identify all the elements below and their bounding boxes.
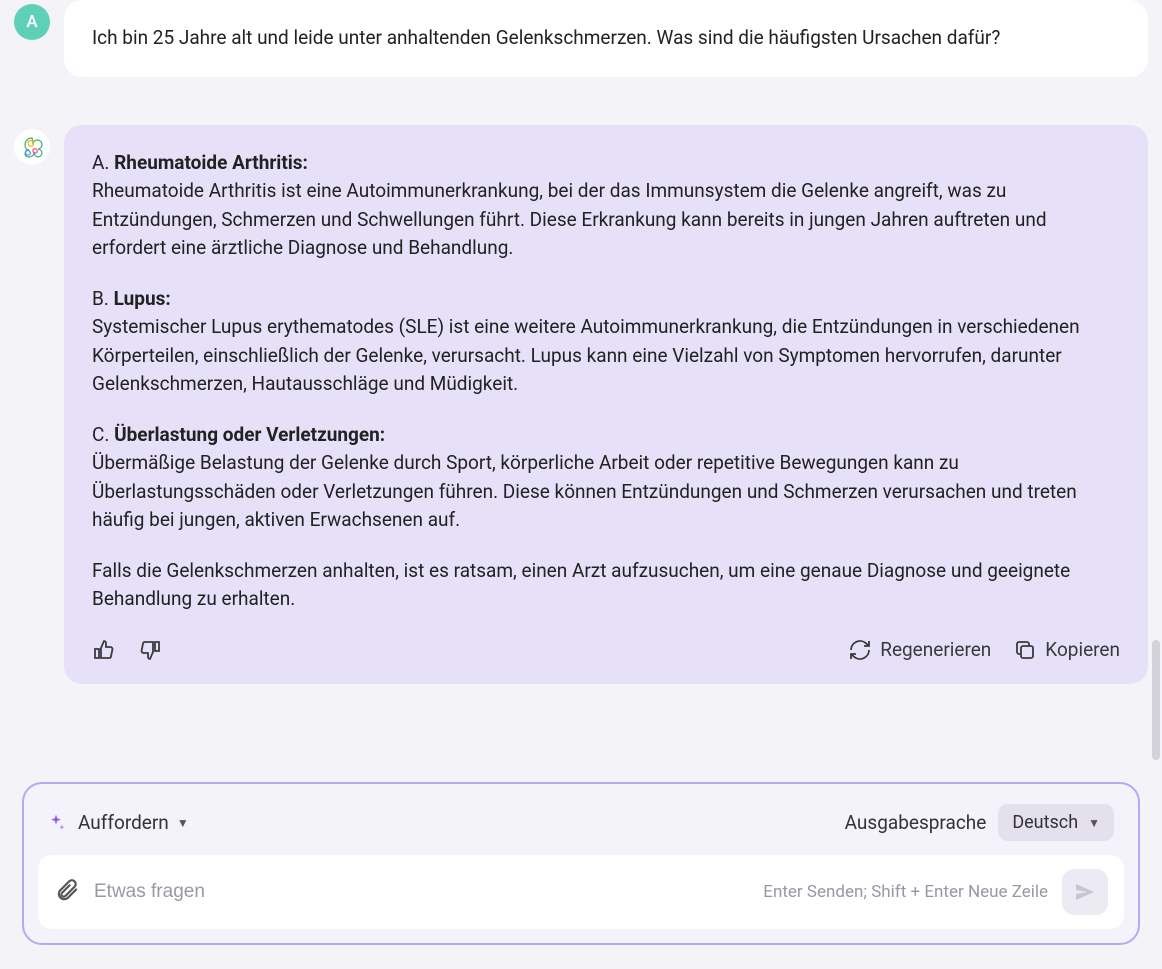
- output-language-label: Ausgabesprache: [845, 811, 987, 834]
- thumbs-down-button[interactable]: [138, 638, 162, 662]
- refresh-icon: [848, 638, 872, 662]
- language-selector[interactable]: Deutsch ▼: [998, 804, 1114, 841]
- section-title: Lupus:: [114, 287, 171, 310]
- ai-avatar: [14, 129, 50, 165]
- thumbs-up-icon: [92, 638, 116, 662]
- mode-label-text: Auffordern: [78, 811, 169, 834]
- section-body: Übermäßige Belastung der Gelenke durch S…: [92, 449, 1120, 535]
- thumbs-up-button[interactable]: [92, 638, 116, 662]
- copy-button[interactable]: Kopieren: [1013, 636, 1120, 665]
- selected-language: Deutsch: [1012, 812, 1078, 833]
- user-message-bubble: Ich bin 25 Jahre alt und leide unter anh…: [64, 0, 1148, 77]
- section-label: A.: [92, 151, 114, 174]
- message-input[interactable]: [94, 881, 749, 903]
- user-message-row: A Ich bin 25 Jahre alt und leide unter a…: [14, 0, 1148, 77]
- ai-section-c: C. Überlastung oder Verletzungen: Übermä…: [92, 421, 1120, 535]
- ai-message-bubble: A. Rheumatoide Arthritis: Rheumatoide Ar…: [64, 125, 1148, 685]
- scrollbar-thumb[interactable]: [1152, 640, 1160, 760]
- paperclip-icon: [54, 877, 80, 903]
- ai-closing-text: Falls die Gelenkschmerzen anhalten, ist …: [92, 557, 1120, 614]
- thumbs-down-icon: [138, 638, 162, 662]
- sparkle-icon: [46, 813, 66, 833]
- section-title: Rheumatoide Arthritis:: [114, 151, 308, 174]
- regenerate-label: Regenerieren: [880, 636, 991, 665]
- chevron-down-icon: ▼: [1088, 816, 1100, 830]
- send-button[interactable]: [1062, 869, 1108, 915]
- mode-selector[interactable]: Auffordern ▼: [78, 811, 189, 834]
- copy-icon: [1013, 638, 1037, 662]
- regenerate-button[interactable]: Regenerieren: [848, 636, 991, 665]
- user-message-text: Ich bin 25 Jahre alt und leide unter anh…: [92, 26, 1000, 49]
- input-hint: Enter Senden; Shift + Enter Neue Zeile: [763, 882, 1048, 902]
- section-title: Überlastung oder Verletzungen:: [114, 423, 385, 446]
- ai-section-b: B. Lupus: Systemischer Lupus erythematod…: [92, 285, 1120, 399]
- section-label: C.: [92, 423, 114, 446]
- ai-message-row: A. Rheumatoide Arthritis: Rheumatoide Ar…: [14, 125, 1148, 685]
- section-body: Rheumatoide Arthritis ist eine Autoimmun…: [92, 177, 1120, 263]
- ai-section-a: A. Rheumatoide Arthritis: Rheumatoide Ar…: [92, 149, 1120, 263]
- user-avatar-letter: A: [26, 12, 37, 32]
- ai-actions-bar: Regenerieren Kopieren: [92, 636, 1120, 665]
- copy-label: Kopieren: [1045, 636, 1120, 665]
- input-row: Enter Senden; Shift + Enter Neue Zeile: [38, 855, 1124, 929]
- user-avatar: A: [14, 4, 50, 40]
- section-body: Systemischer Lupus erythematodes (SLE) i…: [92, 313, 1120, 399]
- send-icon: [1073, 880, 1097, 904]
- attach-button[interactable]: [54, 877, 80, 907]
- section-label: B.: [92, 287, 114, 310]
- ai-logo-icon: [20, 135, 44, 159]
- chevron-down-icon: ▼: [177, 816, 189, 830]
- composer: Auffordern ▼ Ausgabesprache Deutsch ▼ En…: [22, 782, 1140, 945]
